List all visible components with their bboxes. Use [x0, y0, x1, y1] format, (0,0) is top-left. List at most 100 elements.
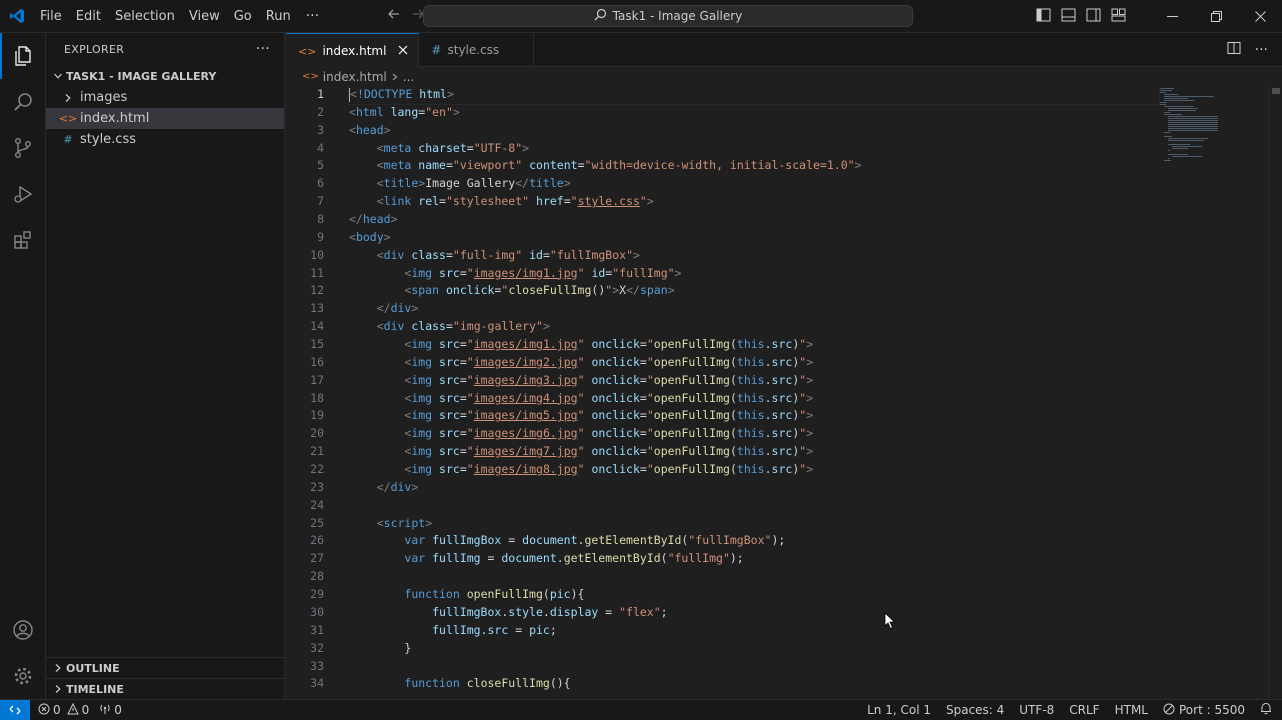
explorer-icon[interactable]: [0, 33, 46, 79]
encoding[interactable]: UTF-8: [1019, 703, 1054, 717]
code-token: images/img6.jpg: [473, 426, 578, 441]
code-line[interactable]: fullImgBox.style.display = "flex";: [349, 604, 1159, 622]
code-line[interactable]: </head>: [349, 211, 1159, 229]
code-line[interactable]: }: [349, 640, 1159, 658]
live-server-port[interactable]: Port : 5500: [1163, 703, 1245, 718]
back-arrow-icon[interactable]: [387, 7, 401, 25]
tree-item-label: style.css: [80, 132, 136, 147]
more-actions-button[interactable]: ···: [1255, 42, 1268, 58]
code-line[interactable]: fullImg.src = pic;: [349, 622, 1159, 640]
command-center-search[interactable]: Task1 - Image Gallery: [423, 5, 913, 27]
scrollbar-thumb[interactable]: [1272, 88, 1280, 94]
explorer-more-button[interactable]: ···: [256, 41, 270, 57]
code-line[interactable]: <body>: [349, 229, 1159, 247]
tree-item-style-css[interactable]: # style.css: [46, 129, 284, 150]
code-line[interactable]: <html lang="en">: [349, 104, 1159, 122]
tree-item-index-html[interactable]: <> index.html: [46, 108, 284, 129]
minimize-button[interactable]: [1150, 0, 1194, 33]
toggle-panel-icon[interactable]: [1061, 8, 1076, 26]
code-line[interactable]: <script>: [349, 515, 1159, 533]
search-view-icon[interactable]: [0, 79, 46, 125]
line-number: 28: [310, 569, 324, 584]
code-line[interactable]: <img src="images/img3.jpg" onclick="open…: [349, 372, 1159, 390]
remote-indicator-icon[interactable]: [0, 699, 30, 720]
code-line[interactable]: <!DOCTYPE html>: [348, 86, 1160, 105]
code-line[interactable]: <img src="images/img4.jpg" onclick="open…: [349, 390, 1159, 408]
ports-indicator[interactable]: 0: [99, 703, 122, 718]
menu-edit[interactable]: Edit: [69, 0, 108, 33]
code-token: link: [383, 194, 412, 209]
line-number: 26: [310, 533, 324, 548]
code-line[interactable]: <meta charset="UTF-8">: [349, 140, 1159, 158]
code-token: (: [729, 444, 737, 459]
project-folder-header[interactable]: TASK1 - IMAGE GALLERY: [46, 65, 284, 87]
breadcrumb-file[interactable]: index.html: [323, 70, 387, 84]
notifications-bell-icon[interactable]: [1260, 702, 1272, 718]
code-line[interactable]: var fullImg = document.getElementById("f…: [349, 550, 1159, 568]
extensions-icon[interactable]: [0, 217, 46, 263]
indentation[interactable]: Spaces: 4: [946, 703, 1004, 717]
toggle-sidebar-icon[interactable]: [1036, 8, 1051, 26]
minimap[interactable]: [1160, 86, 1230, 166]
code-line[interactable]: <link rel="stylesheet" href="style.css">: [349, 193, 1159, 211]
code-line[interactable]: [349, 568, 1159, 586]
code-content[interactable]: <!DOCTYPE html> <html lang="en"> <head> <m…: [348, 86, 1160, 693]
customize-layout-icon[interactable]: [1111, 8, 1126, 26]
accounts-icon[interactable]: [0, 607, 46, 653]
code-token: img: [411, 408, 433, 423]
code-line[interactable]: var fullImgBox = document.getElementById…: [349, 532, 1159, 550]
outline-section[interactable]: OUTLINE: [46, 657, 284, 678]
code-token: "UTF-8": [473, 140, 523, 155]
close-icon[interactable]: [398, 44, 408, 58]
code-line[interactable]: <span onclick="closeFullImg()">X</span>: [349, 282, 1159, 300]
tab-index-html[interactable]: <> index.html: [286, 33, 420, 68]
code-line[interactable]: <img src="images/img5.jpg" onclick="open…: [349, 407, 1159, 425]
cursor-position[interactable]: Ln 1, Col 1: [867, 703, 931, 717]
run-debug-icon[interactable]: [0, 171, 46, 217]
split-editor-icon[interactable]: [1227, 41, 1241, 59]
code-token: ": [577, 390, 585, 405]
problems-indicator[interactable]: 0 0: [38, 702, 89, 718]
tab-style-css[interactable]: # style.css: [419, 33, 535, 67]
menu-more-button[interactable]: ···: [298, 8, 327, 24]
code-line[interactable]: <div class="full-img" id="fullImgBox">: [349, 247, 1159, 265]
menu-run[interactable]: Run: [259, 0, 298, 33]
toggle-secondary-sidebar-icon[interactable]: [1086, 8, 1101, 26]
source-control-icon[interactable]: [0, 125, 46, 171]
code-line[interactable]: <img src="images/img2.jpg" onclick="open…: [349, 354, 1159, 372]
code-line[interactable]: <img src="images/img8.jpg" onclick="open…: [349, 461, 1159, 479]
code-line[interactable]: <img src="images/img1.jpg" id="fullImg">: [349, 265, 1159, 283]
tree-item-images[interactable]: images: [46, 87, 284, 108]
code-editor[interactable]: 1 2 3 4 5 6 7 8 9 10 11 12 13 14 15 16 17 18 19 20 21 22 23 24 2…: [286, 86, 1282, 699]
vertical-scrollbar[interactable]: [1268, 86, 1282, 699]
close-window-button[interactable]: [1238, 0, 1282, 33]
code-line[interactable]: [349, 497, 1159, 515]
breadcrumb-symbol[interactable]: ...: [403, 70, 414, 84]
code-line[interactable]: <title>Image Gallery</title>: [349, 175, 1159, 193]
code-line[interactable]: function openFullImg(pic){: [349, 586, 1159, 604]
code-line[interactable]: </div>: [349, 479, 1159, 497]
code-line[interactable]: function closeFullImg(){: [349, 675, 1159, 693]
settings-gear-icon[interactable]: [0, 653, 46, 699]
language-mode[interactable]: HTML: [1115, 703, 1148, 717]
menu-selection[interactable]: Selection: [108, 0, 182, 33]
timeline-section[interactable]: TIMELINE: [46, 678, 284, 699]
end-of-line[interactable]: CRLF: [1069, 703, 1099, 717]
code-line[interactable]: <img src="images/img6.jpg" onclick="open…: [349, 425, 1159, 443]
menu-go[interactable]: Go: [227, 0, 259, 33]
code-line[interactable]: <head>: [349, 122, 1159, 140]
menu-view[interactable]: View: [182, 0, 227, 33]
code-line[interactable]: <div class="img-gallery">: [349, 318, 1159, 336]
restore-button[interactable]: [1194, 0, 1238, 33]
code-line[interactable]: </div>: [349, 300, 1159, 318]
code-line[interactable]: [349, 658, 1159, 676]
code-line[interactable]: <img src="images/img7.jpg" onclick="open…: [349, 443, 1159, 461]
code-token: onclick: [591, 372, 640, 387]
code-line[interactable]: <meta name="viewport" content="width=dev…: [349, 157, 1159, 175]
chevron-right-icon: [50, 684, 66, 694]
menu-file[interactable]: File: [33, 0, 69, 33]
code-line[interactable]: <img src="images/img1.jpg" onclick="open…: [349, 336, 1159, 354]
